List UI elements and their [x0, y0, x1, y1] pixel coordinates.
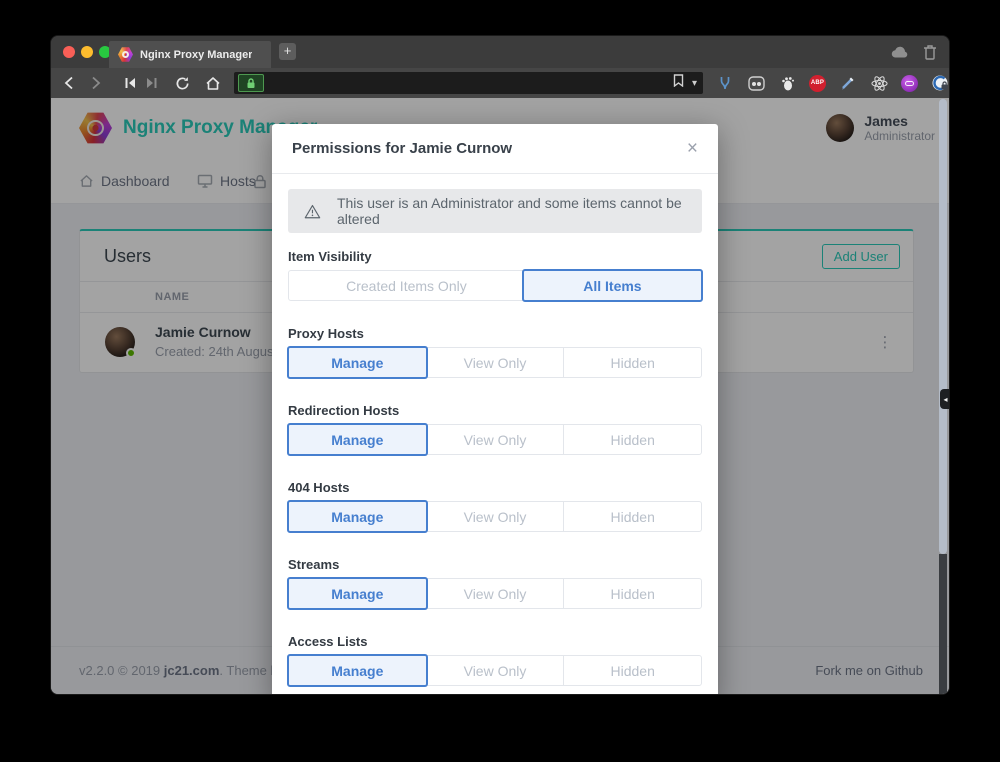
view-only-button[interactable]: View Only [426, 348, 564, 377]
permission-section-label: Proxy Hosts [288, 326, 702, 341]
alert-text: This user is an Administrator and some i… [337, 195, 686, 227]
hidden-button[interactable]: Hidden [563, 656, 701, 685]
hidden-button[interactable]: Hidden [563, 502, 701, 531]
warning-icon [304, 203, 321, 220]
home-button[interactable] [204, 76, 222, 91]
back-button[interactable] [59, 76, 79, 90]
permission-group: ManageView OnlyHidden [288, 578, 702, 609]
atom-extension-icon[interactable] [870, 74, 888, 92]
panel-collapse-arrow-icon[interactable]: ◂ [940, 389, 950, 409]
all-items-button[interactable]: All Items [522, 269, 703, 302]
close-window-button[interactable] [63, 46, 75, 58]
trash-icon[interactable] [921, 43, 939, 61]
proxy-extension-icon[interactable] [716, 74, 734, 92]
purple-extension-icon[interactable] [901, 75, 918, 92]
adblock-plus-extension-icon[interactable]: ABP [809, 75, 826, 92]
manage-button[interactable]: Manage [287, 500, 428, 533]
permission-section: Access Lists ManageView OnlyHidden [288, 634, 702, 686]
created-items-only-button[interactable]: Created Items Only [289, 271, 524, 300]
permission-group: ManageView OnlyHidden [288, 655, 702, 686]
skip-forward-button[interactable] [144, 77, 160, 89]
manage-button[interactable]: Manage [287, 654, 428, 687]
permission-section: 404 Hosts ManageView OnlyHidden [288, 480, 702, 532]
desktop: Nginx Proxy Manager + [0, 0, 1000, 762]
hidden-button[interactable]: Hidden [563, 579, 701, 608]
permission-section-label: Redirection Hosts [288, 403, 702, 418]
permission-group: ManageView OnlyHidden [288, 347, 702, 378]
permission-section-label: 404 Hosts [288, 480, 702, 495]
minimize-window-button[interactable] [81, 46, 93, 58]
skip-back-button[interactable] [122, 77, 138, 89]
bookmark-dropdown-caret-icon[interactable]: ▾ [692, 78, 697, 89]
item-visibility-group: Created Items OnlyAll Items [288, 270, 702, 301]
view-only-button[interactable]: View Only [426, 579, 564, 608]
cloud-icon[interactable] [890, 43, 908, 61]
manage-button[interactable]: Manage [287, 577, 428, 610]
manage-button[interactable]: Manage [287, 346, 428, 379]
item-visibility-section: Item Visibility Created Items OnlyAll It… [288, 249, 702, 301]
scrollbar-track [939, 554, 947, 695]
view-only-button[interactable]: View Only [426, 425, 564, 454]
view-only-button[interactable]: View Only [426, 656, 564, 685]
browser-titlebar: Nginx Proxy Manager + [51, 36, 949, 68]
page-content: Nginx Proxy Manager James Administrator … [51, 98, 950, 695]
permission-section-label: Streams [288, 557, 702, 572]
browser-toolbar: ▾ ABP [51, 68, 949, 98]
eyedropper-extension-icon[interactable] [839, 74, 857, 92]
view-only-button[interactable]: View Only [426, 502, 564, 531]
gnome-foot-extension-icon[interactable] [778, 74, 796, 92]
container-extension-icon[interactable] [747, 74, 765, 92]
modal-title: Permissions for Jamie Curnow [292, 140, 512, 157]
manage-button[interactable]: Manage [287, 423, 428, 456]
tab-title: Nginx Proxy Manager [140, 49, 252, 61]
reload-button[interactable] [173, 76, 191, 91]
new-tab-button[interactable]: + [279, 43, 296, 60]
permission-section-label: Access Lists [288, 634, 702, 649]
section-label: Item Visibility [288, 249, 702, 264]
permission-group: ManageView OnlyHidden [288, 501, 702, 532]
privacy-extension-icon[interactable] [931, 74, 949, 92]
hidden-button[interactable]: Hidden [563, 425, 701, 454]
permission-section: Proxy Hosts ManageView OnlyHidden [288, 326, 702, 378]
permission-group: ManageView OnlyHidden [288, 424, 702, 455]
permission-section: Redirection Hosts ManageView OnlyHidden [288, 403, 702, 455]
modal-close-icon[interactable]: × [687, 139, 698, 158]
browser-tab[interactable]: Nginx Proxy Manager [109, 41, 271, 68]
site-security-lock-icon[interactable] [238, 74, 264, 92]
browser-window: Nginx Proxy Manager + [50, 35, 950, 695]
url-bar[interactable]: ▾ [234, 72, 703, 94]
hidden-button[interactable]: Hidden [563, 348, 701, 377]
scrollbar-thumb[interactable] [939, 99, 947, 554]
admin-warning-alert: This user is an Administrator and some i… [288, 189, 702, 233]
favicon [118, 47, 133, 62]
bookmark-icon[interactable] [673, 74, 684, 92]
permissions-modal: Permissions for Jamie Curnow × This user… [272, 124, 718, 695]
permission-section: Streams ManageView OnlyHidden [288, 557, 702, 609]
forward-button[interactable] [87, 76, 107, 90]
